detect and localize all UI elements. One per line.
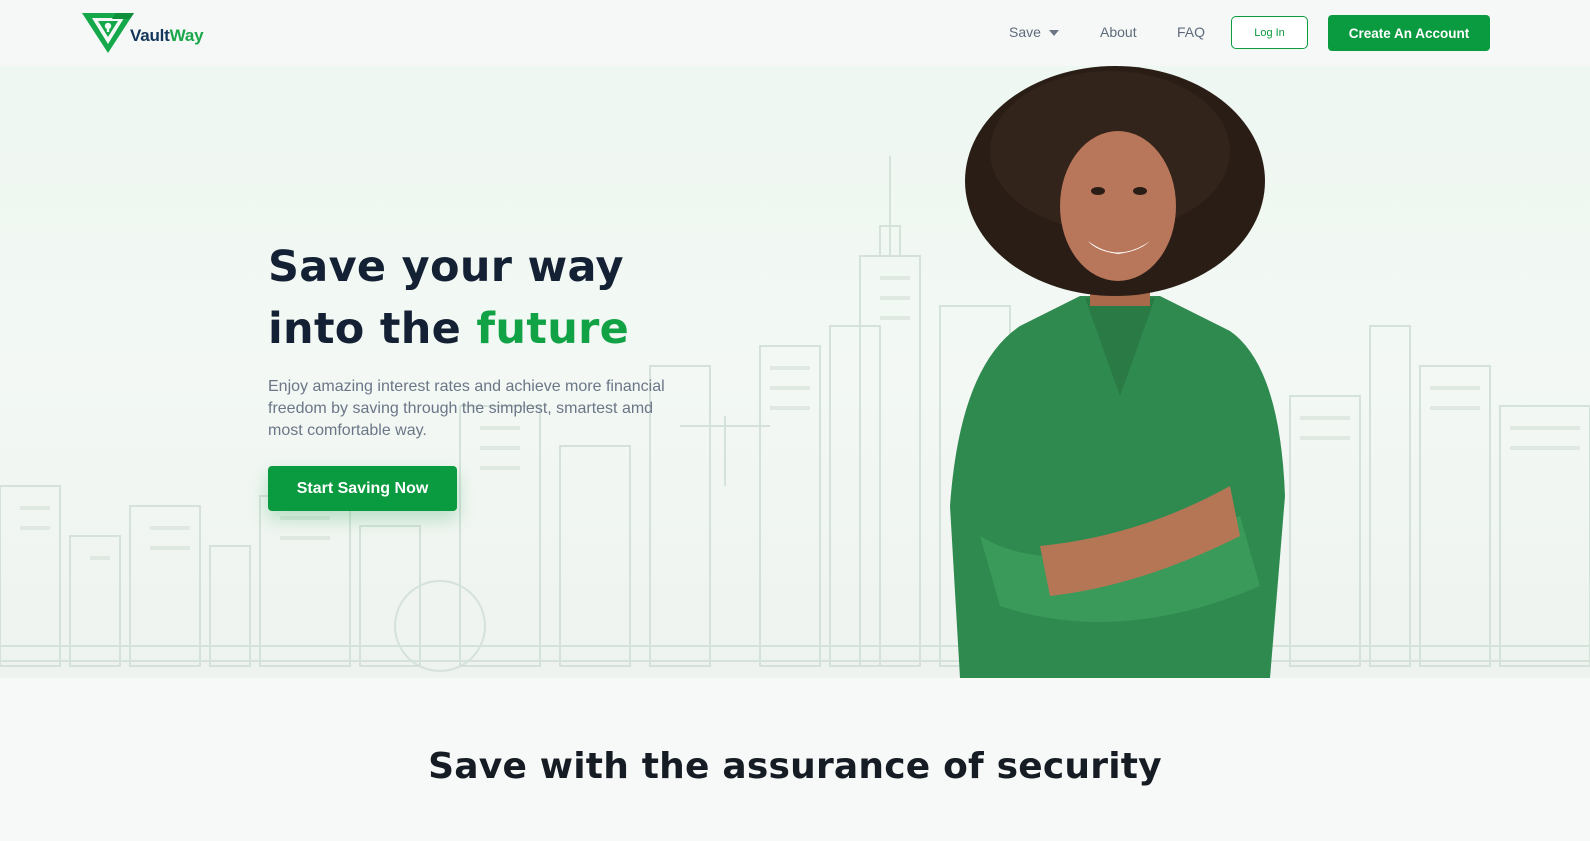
hero-heading-line1: Save your way	[268, 242, 624, 292]
login-button[interactable]: Log In	[1231, 16, 1308, 49]
hero-heading: Save your way into the future	[268, 236, 788, 360]
security-section-title: Save with the assurance of security	[428, 746, 1162, 787]
start-saving-button[interactable]: Start Saving Now	[268, 466, 457, 511]
nav-faq-link[interactable]: FAQ	[1177, 24, 1205, 40]
brand-name-way: Way	[169, 26, 204, 45]
chevron-down-icon	[1048, 29, 1059, 36]
brand-name-vault: Vault	[130, 26, 170, 45]
hero-heading-accent: future	[476, 304, 630, 354]
nav-about-link[interactable]: About	[1100, 24, 1137, 40]
create-account-button[interactable]: Create An Account	[1328, 15, 1490, 51]
nav-save-dropdown[interactable]: Save	[1009, 24, 1059, 40]
brand-name: VaultWay	[130, 26, 204, 46]
hero-heading-line2-prefix: into the	[268, 304, 477, 354]
cityscape-background-illustration	[0, 156, 1590, 672]
vaultway-logo-icon	[82, 13, 134, 53]
hero-section: Save your way into the future Enjoy amaz…	[0, 66, 1590, 678]
brand-logo[interactable]: VaultWay	[80, 10, 204, 56]
navbar: VaultWay Save About FAQ Log In Create An…	[0, 0, 1590, 66]
hero-subtitle: Enjoy amazing interest rates and achieve…	[268, 378, 665, 439]
nav-save-label: Save	[1009, 24, 1041, 40]
hero-woman-photo	[950, 66, 1285, 678]
